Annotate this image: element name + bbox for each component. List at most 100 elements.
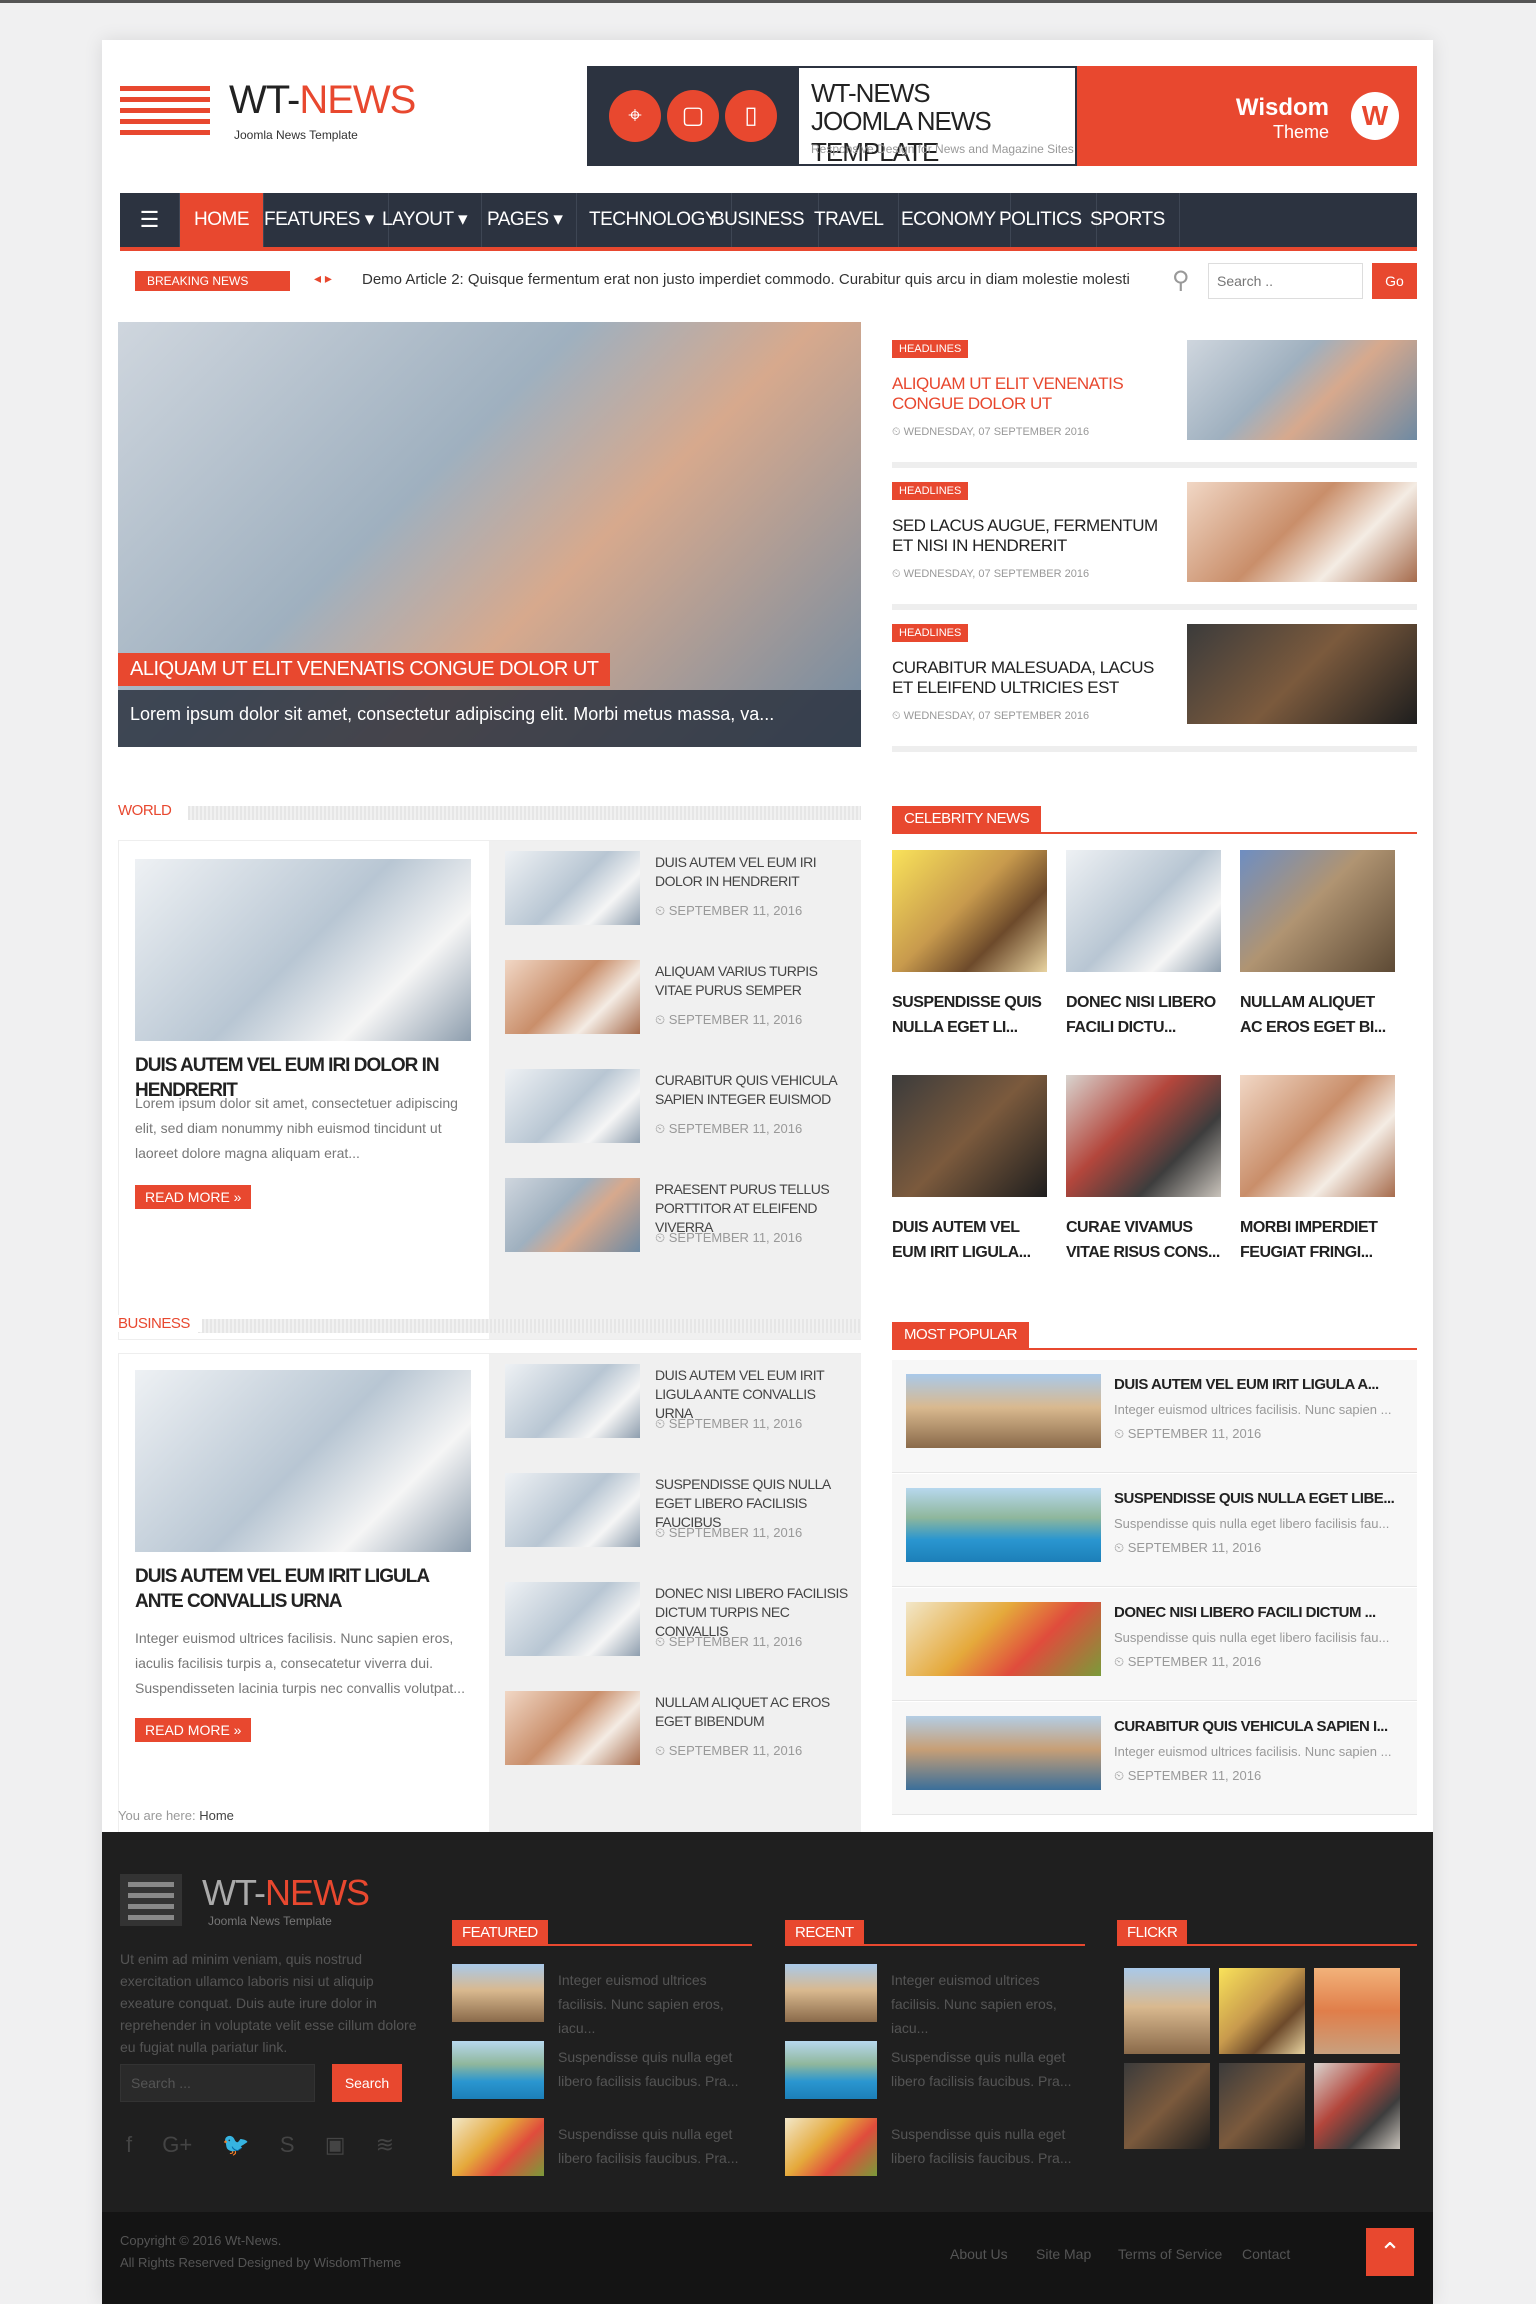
business-list: DUIS AUTEM VEL EUM IRIT LIGULA ANTE CONV… [489, 1354, 861, 1832]
hero-slide[interactable]: ALIQUAM UT ELIT VENENATIS CONGUE DOLOR U… [118, 322, 861, 747]
skype-icon[interactable]: S [280, 2132, 295, 2157]
list-item[interactable]: DUIS AUTEM VEL EUM IRIT LIGULA ANTE CONV… [505, 1354, 859, 1454]
flickr-icon[interactable]: ▣ [325, 2132, 346, 2157]
headline-title[interactable]: CURABITUR MALESUADA, LACUS ET ELEIFEND U… [892, 658, 1172, 698]
popular-item[interactable]: DUIS AUTEM VEL EUM IRIT LIGULA A... Integ… [892, 1360, 1417, 1473]
search-go-button[interactable]: Go [1372, 263, 1417, 299]
logo-icon[interactable] [120, 86, 210, 136]
headline-item[interactable]: HEADLINES SED LACUS AUGUE, FERMENTUM ET … [892, 482, 1417, 610]
footer-link-about[interactable]: About Us [950, 2246, 1008, 2262]
top-border [0, 0, 1536, 3]
breadcrumb-home-link[interactable]: Home [199, 1808, 234, 1823]
copyright: Copyright © 2016 Wt-News. All Rights Rese… [120, 2233, 402, 2270]
banner-icon-panel: ⌖ ▢ ▯ [587, 66, 797, 166]
business-label[interactable]: BUSINESS [118, 1315, 202, 1332]
facebook-icon[interactable]: f [126, 2132, 132, 2157]
footer-search-button[interactable]: Search [332, 2064, 402, 2102]
hero-description: Lorem ipsum dolor sit amet, consectetur … [118, 690, 861, 747]
popular-item[interactable]: CURABITUR QUIS VEHICULA SAPIEN I... Integ… [892, 1702, 1417, 1815]
most-popular-label[interactable]: MOST POPULAR [892, 1322, 1029, 1350]
popular-item[interactable]: DONEC NISI LIBERO FACILI DICTUM ... Suspe… [892, 1588, 1417, 1701]
list-item[interactable]: NULLAM ALIQUET AC EROS EGET BIBENDUM ⏲ SE… [505, 1681, 859, 1781]
footer-recent-item[interactable]: Suspendisse quis nulla eget libero facil… [785, 2118, 1085, 2184]
headline-thumbnail[interactable] [1187, 340, 1417, 440]
headline-item[interactable]: HEADLINES ALIQUAM UT ELIT VENENATIS CONG… [892, 340, 1417, 468]
banner-title-2: JOOMLA NEWS TEMPLATE [811, 106, 992, 167]
footer-logo-icon [120, 1874, 182, 1926]
breaking-nav-arrows[interactable]: ◂ ▸ [314, 270, 332, 287]
footer-recent-item[interactable]: Integer euismod ultrices facilisis. Nunc… [785, 1964, 1085, 2036]
site-logo[interactable]: WT-NEWS [229, 78, 416, 123]
banner-subtitle: Responsive Design for News and Magazine … [811, 142, 1074, 156]
business-feature-image[interactable] [135, 1370, 471, 1552]
nav-sports[interactable]: SPORTS [1076, 193, 1180, 247]
headline-title[interactable]: ALIQUAM UT ELIT VENENATIS CONGUE DOLOR U… [892, 374, 1172, 414]
headline-date: ⏲ WEDNESDAY, 07 SEPTEMBER 2016 [892, 568, 1090, 580]
site-tagline: Joomla News Template [234, 128, 358, 142]
flickr-photo[interactable] [1314, 2063, 1400, 2149]
celebrity-item[interactable]: DUIS AUTEM VEL EUM IRIT LIGULA... [892, 1075, 1047, 1265]
world-card: DUIS AUTEM VEL EUM IRI DOLOR IN HENDRERI… [118, 840, 861, 1340]
rss-icon[interactable]: ≋ [376, 2132, 394, 2157]
breaking-news-label: BREAKING NEWS [135, 271, 290, 291]
flickr-photo[interactable] [1219, 1968, 1305, 2054]
footer-link-sitemap[interactable]: Site Map [1036, 2246, 1091, 2262]
twitter-icon[interactable]: 🐦 [222, 2132, 249, 2157]
celebrity-item[interactable]: CURAE VIVAMUS VITAE RISUS CONS... [1066, 1075, 1221, 1265]
breaking-news-text[interactable]: Demo Article 2: Quisque fermentum erat n… [362, 271, 1130, 288]
celebrity-item[interactable]: NULLAM ALIQUET AC EROS EGET BI... [1240, 850, 1395, 1040]
headline-thumbnail[interactable] [1187, 482, 1417, 582]
celebrity-item[interactable]: MORBI IMPERDIET FEUGIAT FRINGI... [1240, 1075, 1395, 1265]
footer-flickr-header: FLICKR [1117, 1920, 1417, 1946]
headline-title[interactable]: SED LACUS AUGUE, FERMENTUM ET NISI IN HE… [892, 516, 1172, 556]
world-label[interactable]: WORLD [118, 802, 184, 819]
location-icon: ⌖ [609, 90, 661, 142]
footer-search-input[interactable]: Search ... [120, 2064, 315, 2102]
flickr-photo[interactable] [1124, 2063, 1210, 2149]
list-item[interactable]: ALIQUAM VARIUS TURPIS VITAE PURUS SEMPER… [505, 950, 859, 1050]
header-banner[interactable]: ⌖ ▢ ▯ WT-NEWS JOOMLA NEWS TEMPLATE Respo… [587, 66, 1417, 167]
search-input[interactable] [1208, 263, 1363, 299]
footer-featured-item[interactable]: Suspendisse quis nulla eget libero facil… [452, 2118, 752, 2184]
list-item[interactable]: DONEC NISI LIBERO FACILISIS DICTUM TURPI… [505, 1572, 859, 1672]
google-plus-icon[interactable]: G+ [162, 2132, 192, 2157]
list-item[interactable]: CURABITUR QUIS VEHICULA SAPIEN INTEGER E… [505, 1059, 859, 1159]
celebrity-news-header: CELEBRITY NEWS [892, 806, 1417, 834]
menu-icon[interactable]: ☰ [120, 193, 180, 247]
most-popular-header: MOST POPULAR [892, 1322, 1417, 1350]
flickr-photo[interactable] [1124, 1968, 1210, 2054]
nav-travel[interactable]: TRAVEL [800, 193, 899, 247]
footer-recent-item[interactable]: Suspendisse quis nulla eget libero facil… [785, 2041, 1085, 2107]
celebrity-item[interactable]: DONEC NISI LIBERO FACILI DICTU... [1066, 850, 1221, 1040]
footer-link-contact[interactable]: Contact [1242, 2246, 1290, 2262]
celebrity-item[interactable]: SUSPENDISSE QUIS NULLA EGET LI... [892, 850, 1047, 1040]
business-feature-title[interactable]: DUIS AUTEM VEL EUM IRIT LIGULA ANTE CONV… [135, 1564, 435, 1614]
headline-thumbnail[interactable] [1187, 624, 1417, 724]
footer-link-terms[interactable]: Terms of Service [1118, 2246, 1222, 2262]
nav-pages[interactable]: PAGES ▾ [473, 193, 578, 247]
business-read-more-button[interactable]: READ MORE » [135, 1718, 252, 1742]
celebrity-news-label[interactable]: CELEBRITY NEWS [892, 806, 1042, 834]
search-icon: ⚲ [1172, 267, 1190, 294]
footer-featured-item[interactable]: Integer euismod ultrices facilisis. Nunc… [452, 1964, 752, 2036]
footer-featured-item[interactable]: Suspendisse quis nulla eget libero facil… [452, 2041, 752, 2107]
headline-tag: HEADLINES [892, 482, 969, 500]
world-read-more-button[interactable]: READ MORE » [135, 1185, 252, 1209]
world-section-header: WORLD [118, 802, 861, 822]
nav-layout[interactable]: LAYOUT ▾ [368, 193, 483, 247]
business-card: DUIS AUTEM VEL EUM IRIT LIGULA ANTE CONV… [118, 1353, 861, 1833]
page-container: WT-NEWS Joomla News Template ⌖ ▢ ▯ WT-NE… [102, 40, 1433, 2304]
headline-item[interactable]: HEADLINES CURABITUR MALESUADA, LACUS ET … [892, 624, 1417, 752]
flickr-photo[interactable] [1219, 2063, 1305, 2149]
footer-logo[interactable]: WT-NEWS [202, 1872, 370, 1914]
flickr-photo[interactable] [1314, 1968, 1400, 2054]
list-item[interactable]: DUIS AUTEM VEL EUM IRI DOLOR IN HENDRERI… [505, 841, 859, 941]
wisdom-logo-icon: W [1351, 92, 1399, 140]
popular-item[interactable]: SUSPENDISSE QUIS NULLA EGET LIBE... Suspe… [892, 1474, 1417, 1587]
back-to-top-button[interactable]: ⌃ [1366, 2228, 1414, 2276]
headline-date: ⏲ WEDNESDAY, 07 SEPTEMBER 2016 [892, 710, 1090, 722]
hero-caption[interactable]: ALIQUAM UT ELIT VENENATIS CONGUE DOLOR U… [118, 653, 611, 686]
world-feature-image[interactable] [135, 859, 471, 1041]
list-item[interactable]: PRAESENT PURUS TELLUS PORTTITOR AT ELEIF… [505, 1168, 859, 1268]
list-item[interactable]: SUSPENDISSE QUIS NULLA EGET LIBERO FACIL… [505, 1463, 859, 1563]
